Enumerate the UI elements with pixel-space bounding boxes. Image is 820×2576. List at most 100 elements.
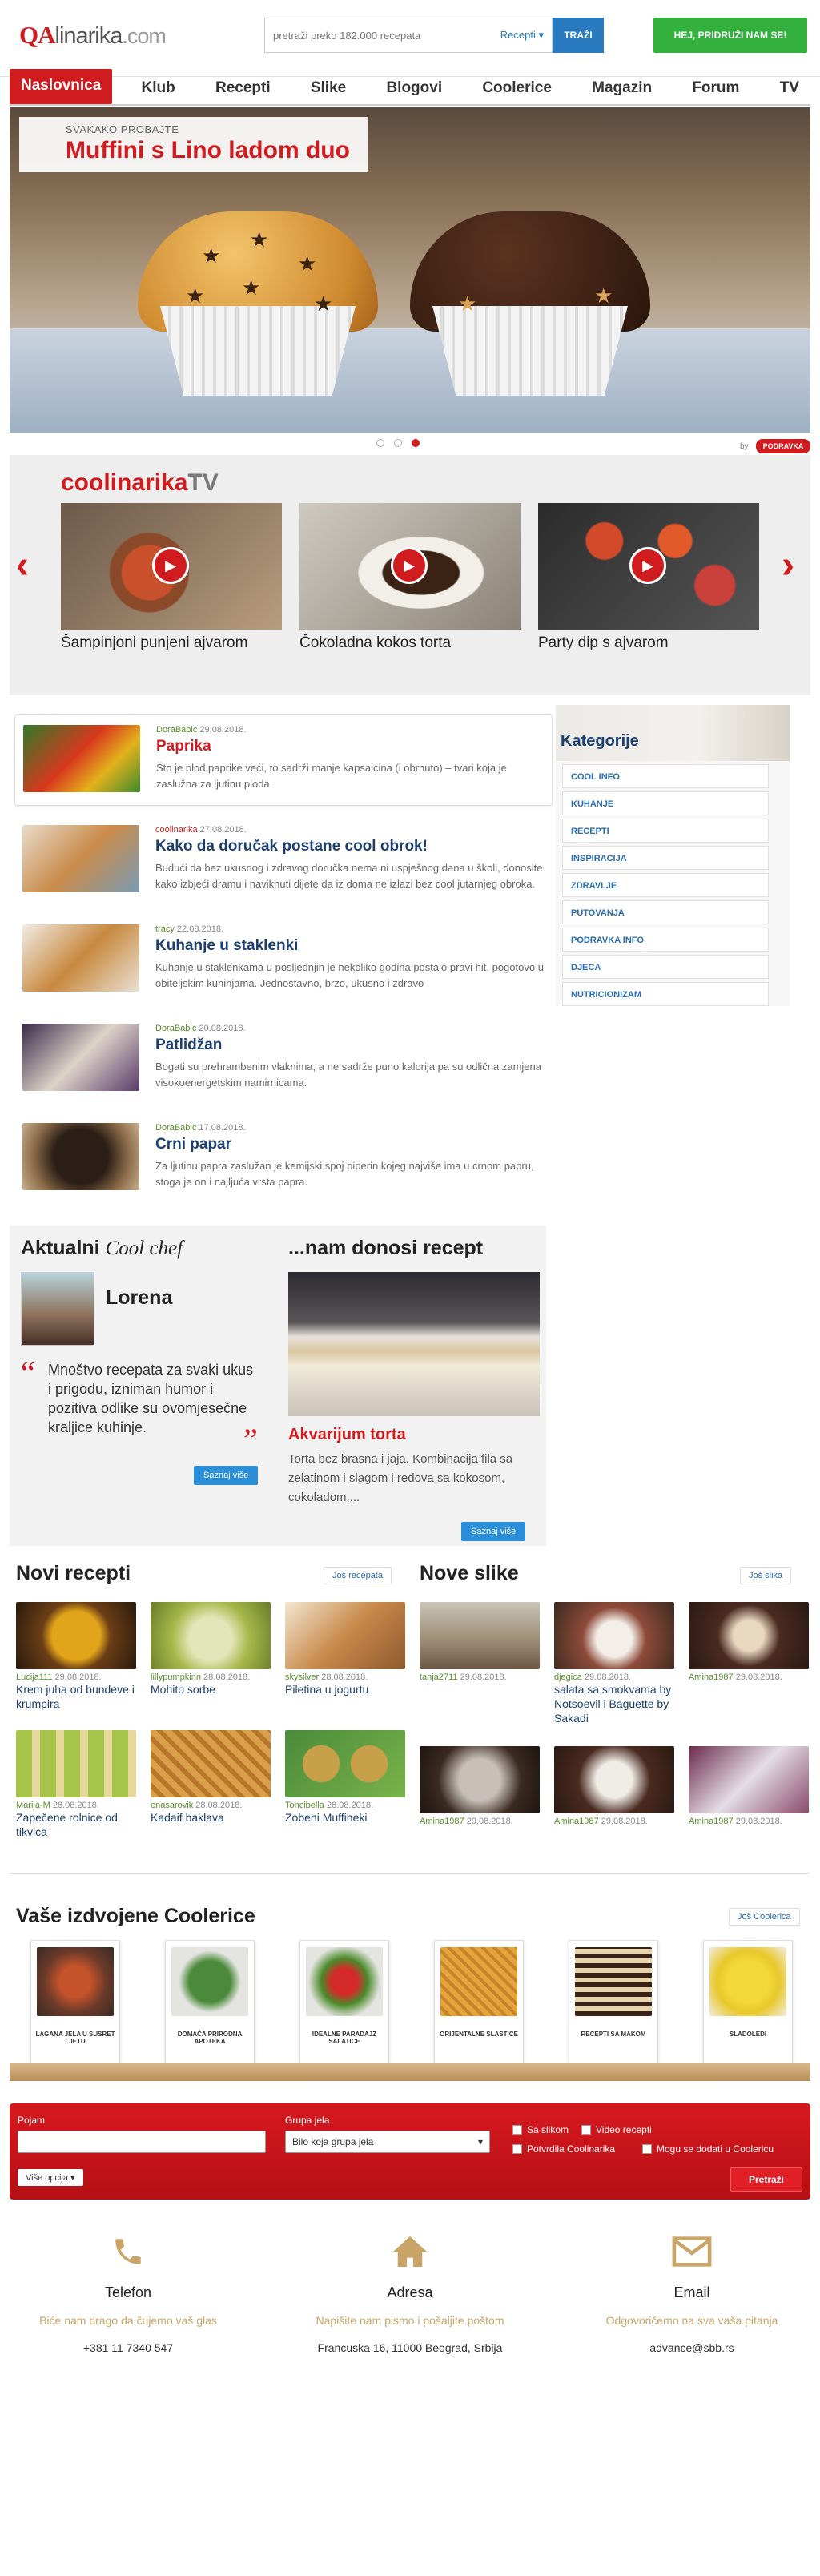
- image-author[interactable]: tanja2711: [420, 1672, 458, 1682]
- nav-magazin[interactable]: Magazin: [581, 79, 663, 104]
- hero-slider[interactable]: ★ ★ ★ ★ ★ ★ ★ ★ SVAKAKO PROBAJTE Muffini s Lin…: [10, 107, 810, 433]
- nav-naslovnica[interactable]: Naslovnica: [10, 69, 113, 104]
- site-logo[interactable]: QAlinarika.com: [19, 21, 167, 50]
- tv-item[interactable]: ▶ Čokoladna kokos torta: [299, 503, 521, 652]
- category-item[interactable]: DJECA: [562, 955, 769, 979]
- recipe-title[interactable]: Piletina u jogurtu: [285, 1682, 405, 1697]
- tv-item[interactable]: ▶ Šampinjoni punjeni ajvarom: [61, 503, 282, 652]
- more-options-button[interactable]: Više opcija ▾: [18, 2169, 83, 2186]
- recipe-author[interactable]: lillypumpkinn: [151, 1672, 201, 1682]
- grupa-select[interactable]: Bilo koja grupa jela ▾: [285, 2131, 490, 2153]
- article-author[interactable]: DoraBabic: [156, 725, 197, 735]
- join-button[interactable]: HEJ, PRIDRUŽI NAM SE!: [653, 18, 807, 53]
- tv-item[interactable]: ▶ Party dip s ajvarom: [538, 503, 759, 652]
- image-card[interactable]: Amina1987 29.08.2018.: [689, 1746, 809, 1826]
- potvrdila-checkbox[interactable]: Potvrdila Coolinarika: [512, 2143, 615, 2155]
- recipe-title[interactable]: Akvarijum torta: [288, 1426, 406, 1444]
- cooler-book[interactable]: LAGANA JELA U SUSRET LJETU: [30, 1940, 120, 2065]
- image-author[interactable]: Amina1987: [689, 1817, 734, 1826]
- recipe-card[interactable]: lillypumpkinn 28.08.2018. Mohito sorbe: [151, 1602, 271, 1697]
- article-item[interactable]: tracy 22.08.2018. Kuhanje u staklenki Ku…: [14, 915, 553, 1014]
- cooler-book[interactable]: IDEALNE PARADAJZ SALATICE: [299, 1940, 389, 2065]
- image-card[interactable]: Amina1987 29.08.2018.: [420, 1746, 540, 1826]
- category-item[interactable]: ZDRAVLJE: [562, 873, 769, 897]
- category-item[interactable]: RECEPTI: [562, 819, 769, 843]
- nav-blogovi[interactable]: Blogovi: [375, 79, 453, 104]
- image-card[interactable]: Amina1987 29.08.2018.: [554, 1746, 674, 1826]
- recipe-more-button[interactable]: Saznaj više: [461, 1522, 526, 1541]
- image-title[interactable]: salata sa smokvama by Notsoevil i Baguet…: [554, 1682, 674, 1725]
- avatar[interactable]: [21, 1272, 94, 1346]
- article-author[interactable]: tracy: [155, 924, 175, 934]
- nav-slike[interactable]: Slike: [299, 79, 357, 104]
- article-author[interactable]: coolinarika: [155, 825, 198, 835]
- category-item[interactable]: NUTRICIONIZAM: [562, 982, 769, 1006]
- checkbox-box[interactable]: [512, 2125, 522, 2135]
- video-checkbox[interactable]: Video recepti: [581, 2124, 652, 2135]
- chevron-left-icon[interactable]: ‹: [16, 543, 29, 587]
- cooler-book[interactable]: DOMAĆA PRIRODNA APOTEKA: [165, 1940, 255, 2065]
- recipe-title[interactable]: Mohito sorbe: [151, 1682, 271, 1697]
- article-item[interactable]: DoraBabic 29.08.2018. Paprika Što je plo…: [14, 714, 553, 806]
- image-author[interactable]: djegica: [554, 1672, 582, 1682]
- recipe-image[interactable]: [288, 1272, 540, 1416]
- image-card[interactable]: tanja2711 29.08.2018.: [420, 1602, 540, 1682]
- play-icon[interactable]: ▶: [629, 547, 666, 584]
- article-title[interactable]: Paprika: [156, 738, 211, 755]
- nav-recepti[interactable]: Recepti: [204, 79, 282, 104]
- search-input[interactable]: [265, 29, 465, 42]
- more-images-link[interactable]: Još slika: [740, 1567, 792, 1584]
- submit-search-button[interactable]: Pretraži: [730, 2167, 802, 2192]
- category-item[interactable]: COOL INFO: [562, 764, 769, 788]
- slider-dot-active[interactable]: [412, 439, 420, 447]
- article-title[interactable]: Kako da doručak postane cool obrok!: [155, 838, 428, 855]
- slider-dot[interactable]: [376, 439, 384, 447]
- pojam-input[interactable]: [18, 2131, 266, 2153]
- image-author[interactable]: Amina1987: [420, 1817, 464, 1826]
- chevron-right-icon[interactable]: ›: [782, 543, 794, 587]
- article-item[interactable]: DoraBabic 17.08.2018. Crni papar Za ljut…: [14, 1113, 553, 1213]
- category-item[interactable]: KUHANJE: [562, 791, 769, 815]
- recipe-card[interactable]: Toncibella 28.08.2018. Zobeni Muffineki: [285, 1730, 405, 1825]
- podravka-logo[interactable]: PODRAVKA: [756, 439, 810, 453]
- search-button[interactable]: TRAŽI: [553, 18, 604, 53]
- article-title[interactable]: Patlidžan: [155, 1036, 222, 1054]
- article-title[interactable]: Crni papar: [155, 1136, 231, 1153]
- checkbox-box[interactable]: [642, 2144, 652, 2154]
- checkbox-box[interactable]: [581, 2125, 591, 2135]
- recipe-title[interactable]: Zapečene rolnice od tikvica: [16, 1810, 136, 1839]
- article-author[interactable]: DoraBabic: [155, 1123, 196, 1133]
- recipe-card[interactable]: Lucija111 29.08.2018. Krem juha od bunde…: [16, 1602, 136, 1711]
- image-card[interactable]: djegica 29.08.2018. salata sa smokvama b…: [554, 1602, 674, 1725]
- recipe-author[interactable]: Toncibella: [285, 1801, 324, 1810]
- recipe-card[interactable]: enasarovik 28.08.2018. Kadaif baklava: [151, 1730, 271, 1825]
- category-item[interactable]: INSPIRACIJA: [562, 846, 769, 870]
- recipe-author[interactable]: Marija-M: [16, 1801, 50, 1810]
- cooler-book[interactable]: ORIJENTALNE SLASTICE: [434, 1940, 524, 2065]
- recipe-card[interactable]: Marija-M 28.08.2018. Zapečene rolnice od…: [16, 1730, 136, 1839]
- chef-name[interactable]: Lorena: [106, 1286, 172, 1310]
- slider-dot[interactable]: [394, 439, 402, 447]
- recipe-title[interactable]: Krem juha od bundeve i krumpira: [16, 1682, 136, 1711]
- more-recipes-link[interactable]: Još recepata: [324, 1567, 392, 1584]
- contact-value[interactable]: +381 11 7340 547: [0, 2341, 256, 2354]
- nav-coolerice[interactable]: Coolerice: [471, 79, 563, 104]
- search-scope-select[interactable]: Recepti ▾: [500, 29, 544, 42]
- image-author[interactable]: Amina1987: [554, 1817, 599, 1826]
- contact-value[interactable]: advance@sbb.rs: [564, 2341, 820, 2354]
- recipe-author[interactable]: Lucija111: [16, 1672, 52, 1682]
- nav-forum[interactable]: Forum: [681, 79, 750, 104]
- nav-klub[interactable]: Klub: [131, 79, 187, 104]
- category-item[interactable]: PODRAVKA INFO: [562, 928, 769, 952]
- nav-tv[interactable]: TV: [769, 79, 810, 104]
- recipe-title[interactable]: Kadaif baklava: [151, 1810, 271, 1825]
- image-card[interactable]: Amina1987 29.08.2018.: [689, 1602, 809, 1682]
- article-item[interactable]: coolinarika 27.08.2018. Kako da doručak …: [14, 815, 553, 915]
- chef-more-button[interactable]: Saznaj više: [194, 1466, 259, 1485]
- hero-caption[interactable]: SVAKAKO PROBAJTE Muffini s Lino ladom du…: [19, 117, 368, 172]
- cooler-book[interactable]: SLADOLEDI: [703, 1940, 793, 2065]
- recipe-author[interactable]: skysilver: [285, 1672, 319, 1682]
- image-author[interactable]: Amina1987: [689, 1672, 734, 1682]
- recipe-card[interactable]: skysilver 28.08.2018. Piletina u jogurtu: [285, 1602, 405, 1697]
- recipe-author[interactable]: enasarovik: [151, 1801, 193, 1810]
